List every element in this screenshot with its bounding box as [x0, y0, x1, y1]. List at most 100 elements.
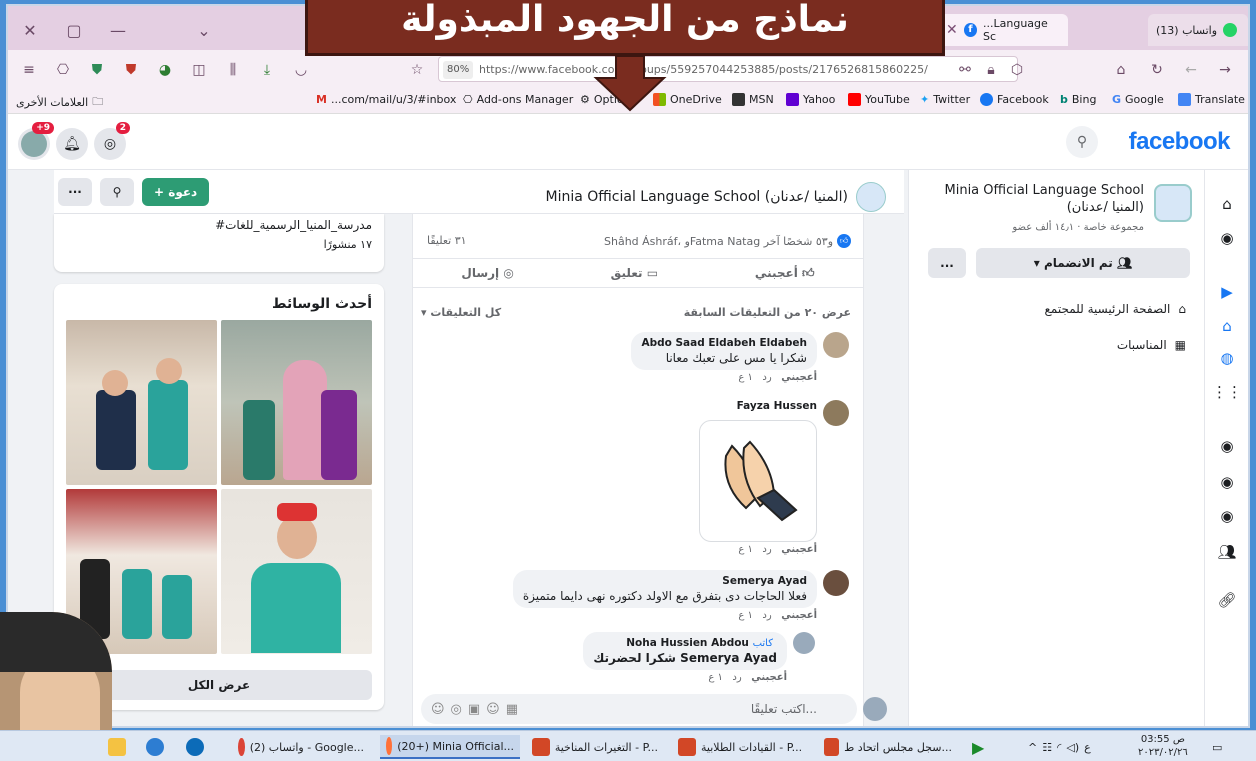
avatar[interactable]: [823, 400, 849, 426]
group-shortcut-icon[interactable]: ◉: [1215, 504, 1239, 528]
download-icon[interactable]: ⤓: [256, 59, 278, 81]
comment-button[interactable]: تعليق ▭: [611, 266, 658, 280]
avatar[interactable]: [823, 570, 849, 596]
edge-icon[interactable]: [180, 735, 210, 759]
extension-icon[interactable]: ⎔: [52, 59, 74, 81]
app-icon[interactable]: [140, 735, 170, 759]
sidebar-icon[interactable]: ◫: [188, 59, 210, 81]
comment-like-link[interactable]: أعجبني: [751, 672, 787, 683]
bookmark-gmail[interactable]: M ...com/mail/u/3/#inbox: [316, 93, 456, 106]
view-previous-comments[interactable]: عرض ٢٠ من التعليقات السابقة: [684, 306, 851, 319]
search-button[interactable]: ⚲: [1066, 126, 1098, 158]
bookmark-google[interactable]: G Google: [1112, 93, 1164, 106]
avatar[interactable]: [823, 332, 849, 358]
bookmark-translate[interactable]: Translate: [1178, 93, 1245, 106]
marketplace-icon[interactable]: ⌂: [1215, 314, 1239, 338]
shield-red-icon[interactable]: ⛊: [120, 59, 142, 81]
commenter-name[interactable]: Noha Hussien Abdou كاتب: [593, 637, 777, 649]
comment-reply-link[interactable]: رد: [732, 672, 741, 683]
lock-icon[interactable]: 🔒︎: [980, 59, 1002, 81]
more-button[interactable]: ···: [58, 178, 92, 206]
comment-like-link[interactable]: أعجبني: [781, 372, 817, 383]
media-photo[interactable]: [221, 320, 372, 485]
bookmark-msn[interactable]: MSN: [732, 93, 774, 106]
community-home-link[interactable]: الصفحة الرئيسية للمجتمع ⌂: [1045, 302, 1187, 316]
play-icon[interactable]: ▶: [966, 735, 990, 759]
notifications-icon[interactable]: ▭: [1206, 735, 1228, 759]
globe-icon[interactable]: ◕: [154, 59, 176, 81]
group-avatar-icon[interactable]: ◉: [1215, 226, 1239, 250]
gaming-icon[interactable]: ◍: [1215, 346, 1239, 370]
comment-reply-link[interactable]: رد: [762, 610, 771, 621]
reactions-summary[interactable]: Shâhd Áshráf، وFatma Natag و٥٣ شخصًا آخر…: [604, 234, 851, 248]
permissions-icon[interactable]: ⚯: [954, 59, 976, 81]
reload-icon[interactable]: ↻: [1146, 59, 1168, 81]
comment-like-link[interactable]: أعجبني: [781, 544, 817, 555]
clapping-sticker[interactable]: [699, 420, 817, 542]
taskbar-ppt[interactable]: القيادات الطلابية - P...: [672, 735, 810, 759]
comment-tools-icons[interactable]: ☺◎▣☺▦: [431, 702, 524, 717]
pocket-icon[interactable]: ◡: [290, 59, 312, 81]
group-shortcut-icon[interactable]: ◉: [1215, 434, 1239, 458]
media-photo[interactable]: [221, 489, 372, 654]
notifications-button[interactable]: 🔔︎: [56, 128, 88, 160]
bookmark-addons[interactable]: ⎔ Add-ons Manager: [463, 93, 573, 106]
media-photo[interactable]: [66, 320, 217, 485]
forward-icon[interactable]: →: [1214, 59, 1236, 81]
groups-icon[interactable]: 👥︎: [1215, 540, 1239, 564]
chevron-down-icon[interactable]: ⌄: [190, 16, 218, 44]
home-icon[interactable]: ⌂: [1215, 192, 1239, 216]
comment-like-link[interactable]: أعجبني: [781, 610, 817, 621]
bookmark-star-icon[interactable]: ☆: [406, 59, 428, 81]
like-button[interactable]: أعجبني 👍︎: [755, 266, 815, 281]
bookmark-youtube[interactable]: YouTube: [848, 93, 910, 106]
link-icon[interactable]: 🔗︎: [1215, 588, 1239, 612]
group-logo[interactable]: [1154, 184, 1192, 222]
bookmark-yahoo[interactable]: Yahoo: [786, 93, 835, 106]
bookmark-twitter[interactable]: ✦ Twitter: [920, 93, 970, 106]
joined-button[interactable]: ▾ تم الانضمام 👥︎: [976, 248, 1190, 278]
bookmark-facebook[interactable]: Facebook: [980, 93, 1049, 106]
restore-window-icon[interactable]: ▢: [60, 16, 88, 44]
send-button[interactable]: إرسال ◎: [461, 266, 513, 280]
invite-button[interactable]: + دعوة: [142, 178, 210, 206]
more-button[interactable]: ...: [928, 248, 966, 278]
taskbar-firefox[interactable]: (20+) Minia Official...: [380, 735, 520, 759]
file-explorer-icon[interactable]: [102, 735, 132, 759]
menu-icon[interactable]: ≡: [18, 59, 40, 81]
commenter-name[interactable]: Abdo Saad Eldabeh Eldabeh: [641, 337, 807, 349]
bookmark-other[interactable]: العلامات الأخرى 🗀: [16, 93, 103, 112]
watch-icon[interactable]: ▶: [1215, 280, 1239, 304]
comment-time[interactable]: ١ ع: [738, 610, 753, 621]
system-tray[interactable]: ^ ☷ ◜ ◁) ع: [1022, 735, 1097, 759]
taskbar-ppt[interactable]: سجل مجلس اتحاد ط...: [818, 735, 958, 759]
url-bar[interactable]: 80% https://www.facebook.com/groups/5592…: [438, 56, 1018, 82]
close-window-icon[interactable]: ✕: [16, 16, 44, 44]
comments-count[interactable]: ٣١ تعليقًا: [427, 234, 467, 247]
clock[interactable]: 03:55 ص ٢٠٢٣/٠٢/٢٦: [1138, 733, 1188, 759]
shield-icon[interactable]: ⛊: [86, 59, 108, 81]
messenger-button[interactable]: ◎ 2: [94, 122, 130, 160]
taskbar-chrome[interactable]: (2) واتساب - Google...: [232, 735, 370, 759]
comment-filter[interactable]: ▾ كل التعليقات: [421, 306, 501, 319]
tab-facebook[interactable]: ✕ f ...Language Sc: [938, 14, 1068, 46]
comment-input[interactable]: اكتب تعليقًا... ☺◎▣☺▦: [421, 694, 887, 724]
comment-time[interactable]: ١ ع: [738, 372, 753, 383]
comment-time[interactable]: ١ ع: [708, 672, 723, 683]
tab-whatsapp[interactable]: (13) واتساب: [1148, 14, 1248, 46]
avatar[interactable]: [793, 632, 815, 654]
group-shortcut-icon[interactable]: ◉: [1215, 470, 1239, 494]
library-icon[interactable]: ⫼: [222, 59, 244, 81]
zoom-level[interactable]: 80%: [443, 61, 474, 79]
commenter-name[interactable]: Semerya Ayad: [523, 575, 807, 587]
home-icon[interactable]: ⌂: [1110, 59, 1132, 81]
commenter-name[interactable]: Fayza Hussen: [699, 400, 817, 412]
comment-reply-link[interactable]: رد: [762, 372, 771, 383]
profile-avatar[interactable]: +9: [18, 122, 54, 160]
taskbar-ppt[interactable]: التغيرات المناخية - P...: [526, 735, 664, 759]
comment-reply-link[interactable]: رد: [762, 544, 771, 555]
group-title[interactable]: Minia Official Language School (المنيا /…: [545, 182, 886, 212]
group-hashtag[interactable]: #مدرسة_المنيا_الرسمية_للغات: [215, 218, 372, 232]
bookmark-bing[interactable]: b Bing: [1060, 93, 1096, 106]
events-link[interactable]: المناسبات ▦: [1117, 338, 1186, 352]
